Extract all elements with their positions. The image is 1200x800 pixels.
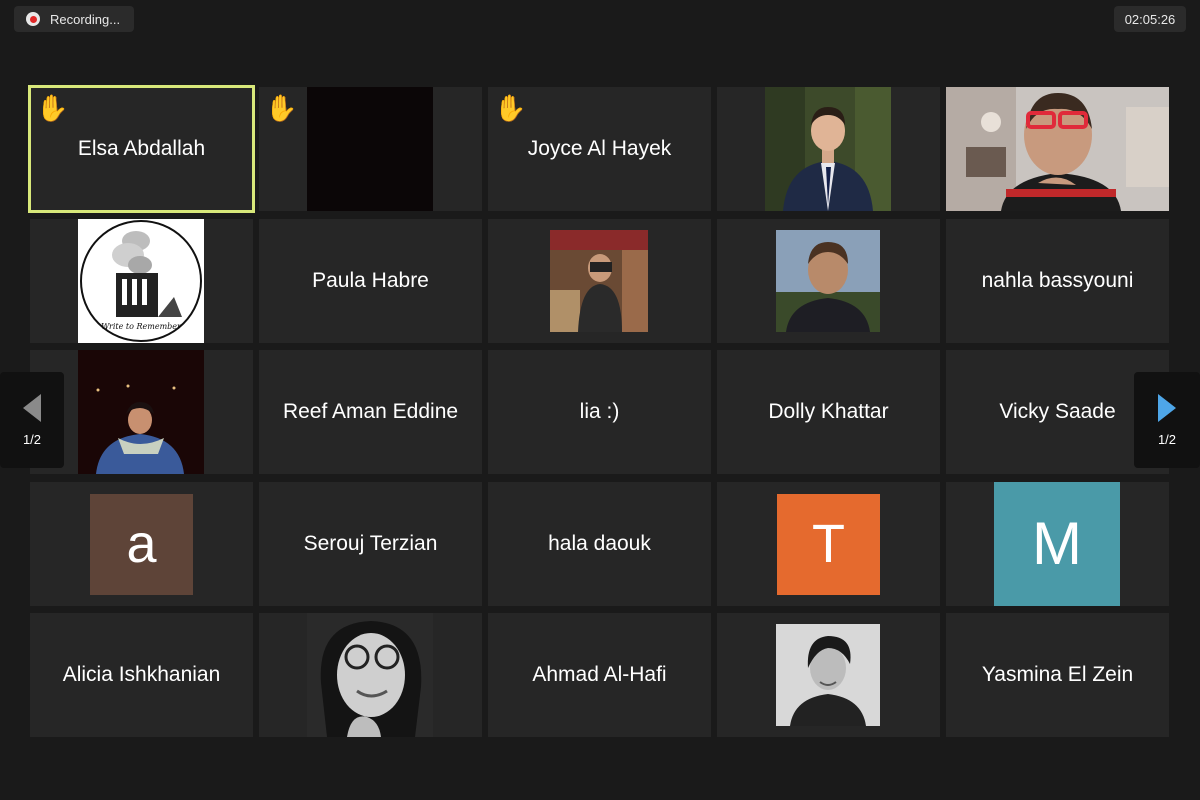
participant-name: Paula Habre (312, 268, 429, 292)
participant-name: Ahmad Al-Hafi (532, 663, 667, 686)
participant-tile[interactable]: lia :) (488, 350, 711, 474)
recording-label: Recording... (50, 11, 121, 27)
participant-name: Vicky Saade (999, 400, 1116, 423)
participant-tile[interactable]: hala daouk (488, 481, 711, 606)
participant-name: hala daouk (548, 531, 651, 555)
profile-photo (776, 624, 880, 726)
raised-hand-icon: ✋ (494, 93, 527, 123)
video-feed (307, 87, 433, 211)
participant-tile[interactable]: Paula Habre (259, 218, 482, 343)
page-indicator: 1/2 (22, 431, 42, 447)
chevron-right-icon (1158, 393, 1176, 422)
participant-tile[interactable]: M (946, 481, 1169, 606)
participant-name: nahla bassyouni (981, 268, 1134, 292)
participant-tile[interactable]: nahla bassyouni (946, 218, 1169, 343)
participant-tile[interactable]: ✋ (259, 87, 482, 211)
meeting-timer: 02:05:26 (1114, 6, 1186, 32)
next-page-button[interactable]: 1/2 (1134, 372, 1200, 468)
participant-tile[interactable] (717, 218, 940, 343)
initial-avatar: M (994, 481, 1120, 606)
profile-photo (307, 613, 433, 737)
logo-text: Write to Remember (101, 322, 182, 331)
profile-photo (550, 229, 648, 332)
participant-tile[interactable]: ✋ Joyce Al Hayek (488, 87, 711, 211)
profile-photo (765, 87, 891, 211)
participant-tile[interactable]: a (30, 481, 253, 606)
profile-photo (776, 229, 880, 332)
participant-tile[interactable]: Serouj Terzian (259, 481, 482, 606)
raised-hand-icon: ✋ (265, 93, 298, 123)
initial-avatar: a (90, 493, 193, 595)
chevron-left-icon (23, 393, 41, 422)
avatar-initial: M (1032, 510, 1082, 577)
previous-page-button[interactable]: 1/2 (0, 372, 64, 468)
avatar-initial: a (126, 514, 157, 574)
participant-tile[interactable] (259, 613, 482, 737)
avatar-initial: T (812, 514, 845, 574)
participant-tile[interactable]: T (717, 481, 940, 606)
participant-tile[interactable]: Reef Aman Eddine (259, 350, 482, 474)
participant-tile[interactable]: Write to Remember (30, 218, 253, 343)
participant-tile[interactable]: ✋ Elsa Abdallah (28, 85, 255, 213)
record-icon (26, 12, 40, 26)
participant-tile[interactable]: Alicia Ishkhanian (30, 613, 253, 737)
participant-tile[interactable]: Yasmina El Zein (946, 613, 1169, 737)
participant-tile[interactable] (717, 87, 940, 211)
write-to-remember-logo: Write to Remember (78, 218, 204, 343)
initial-avatar: T (777, 493, 880, 595)
participant-tile[interactable] (488, 218, 711, 343)
top-bar: Recording... 02:05:26 (0, 0, 1200, 40)
profile-photo (78, 350, 204, 474)
participant-tile[interactable] (946, 87, 1169, 211)
timer-value: 02:05:26 (1124, 11, 1176, 27)
participant-name: Dolly Khattar (768, 400, 889, 423)
participant-name: Yasmina El Zein (981, 663, 1134, 686)
page-indicator: 1/2 (1157, 431, 1177, 447)
participant-tile[interactable]: Ahmad Al-Hafi (488, 613, 711, 737)
participant-name: Reef Aman Eddine (282, 400, 459, 423)
participant-name: Alicia Ishkhanian (62, 663, 221, 686)
participant-name: Joyce Al Hayek (527, 137, 672, 160)
participant-name: Elsa Abdallah (77, 137, 206, 160)
video-feed (946, 87, 1169, 211)
participant-name: Serouj Terzian (303, 531, 438, 555)
raised-hand-icon: ✋ (36, 93, 69, 123)
participant-tile[interactable]: Dolly Khattar (717, 350, 940, 474)
participant-tile[interactable] (717, 613, 940, 737)
participant-grid: ✋ Elsa Abdallah ✋ ✋ Joyce Al Hayek Write… (28, 85, 1169, 737)
participant-name: lia :) (579, 400, 620, 423)
recording-indicator[interactable]: Recording... (14, 6, 134, 32)
